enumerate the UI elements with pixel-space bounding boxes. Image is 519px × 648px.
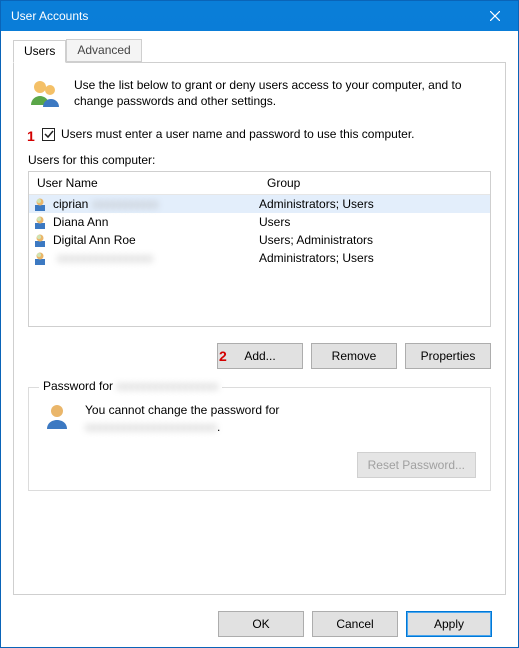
remove-button[interactable]: Remove — [311, 343, 397, 369]
user-name: Digital Ann Roe — [53, 233, 136, 247]
user-group: Users; Administrators — [259, 233, 373, 247]
password-text-prefix: You cannot change the password for — [85, 403, 279, 417]
user-name: Diana Ann — [53, 215, 108, 229]
col-username[interactable]: User Name — [29, 172, 259, 194]
dialog-buttons: OK Cancel Apply — [13, 601, 506, 637]
ok-button[interactable]: OK — [218, 611, 304, 637]
user-name-redacted: xxxxxxxxxxx — [92, 197, 158, 211]
password-text-user: xxxxxxxxxxxxxxxxxxxxxx — [85, 420, 217, 434]
user-group: Users — [259, 215, 290, 229]
tab-strip: Users Advanced — [13, 39, 506, 62]
require-password-label: Users must enter a user name and passwor… — [61, 127, 415, 141]
col-group[interactable]: Group — [259, 172, 309, 194]
users-icon — [28, 77, 62, 111]
user-group: Administrators; Users — [259, 251, 374, 265]
user-list[interactable]: User Name Group ciprian xxxxxxxxxxx Admini… — [28, 171, 491, 327]
close-icon — [490, 11, 500, 21]
close-button[interactable] — [472, 1, 518, 31]
table-row[interactable]: xxxxxxxxxxxxxxxx Administrators; Users — [29, 249, 490, 267]
password-text-suffix: . — [217, 420, 220, 434]
user-list-header[interactable]: User Name Group — [29, 172, 490, 195]
check-icon — [44, 129, 54, 139]
cancel-button[interactable]: Cancel — [312, 611, 398, 637]
reset-password-button: Reset Password... — [357, 452, 476, 478]
password-group-label-user: xxxxxxxxxxxxxxxxx — [116, 379, 218, 393]
intro-text: Use the list below to grant or deny user… — [74, 77, 491, 111]
require-password-row: 1 Users must enter a user name and passw… — [28, 127, 491, 141]
dialog-window: User Accounts Users Advanced Use the lis… — [0, 0, 519, 648]
annotation-2: 2 — [219, 348, 227, 364]
user-name: ciprian — [53, 197, 88, 211]
password-group-label-prefix: Password for — [43, 379, 116, 393]
table-row[interactable]: Diana Ann Users — [29, 213, 490, 231]
tab-users[interactable]: Users — [13, 40, 66, 63]
client-area: Users Advanced Use the list below to gra… — [1, 31, 518, 647]
table-row[interactable]: ciprian xxxxxxxxxxx Administrators; Users — [29, 195, 490, 213]
add-button[interactable]: Add... — [217, 343, 303, 369]
user-list-buttons: 2 Add... Remove Properties — [28, 343, 491, 369]
apply-button[interactable]: Apply — [406, 611, 492, 637]
user-icon — [35, 251, 49, 265]
title-bar-text: User Accounts — [11, 9, 472, 23]
properties-button[interactable]: Properties — [405, 343, 491, 369]
annotation-1: 1 — [27, 128, 35, 144]
password-group: Password for xxxxxxxxxxxxxxxxx You canno… — [28, 387, 491, 491]
tab-advanced[interactable]: Advanced — [66, 39, 141, 62]
user-icon — [35, 197, 49, 211]
user-icon — [35, 233, 49, 247]
title-bar[interactable]: User Accounts — [1, 1, 518, 31]
password-user-icon — [43, 402, 73, 432]
user-list-label: Users for this computer: — [28, 153, 491, 167]
user-name-redacted: xxxxxxxxxxxxxxxx — [57, 251, 153, 265]
intro-section: Use the list below to grant or deny user… — [28, 77, 491, 111]
tab-page-users: Use the list below to grant or deny user… — [13, 62, 506, 595]
require-password-checkbox[interactable] — [42, 128, 55, 141]
password-text: You cannot change the password for xxxxx… — [85, 402, 279, 436]
table-row[interactable]: Digital Ann Roe Users; Administrators — [29, 231, 490, 249]
password-group-label: Password for xxxxxxxxxxxxxxxxx — [39, 379, 222, 393]
user-group: Administrators; Users — [259, 197, 374, 211]
user-icon — [35, 215, 49, 229]
